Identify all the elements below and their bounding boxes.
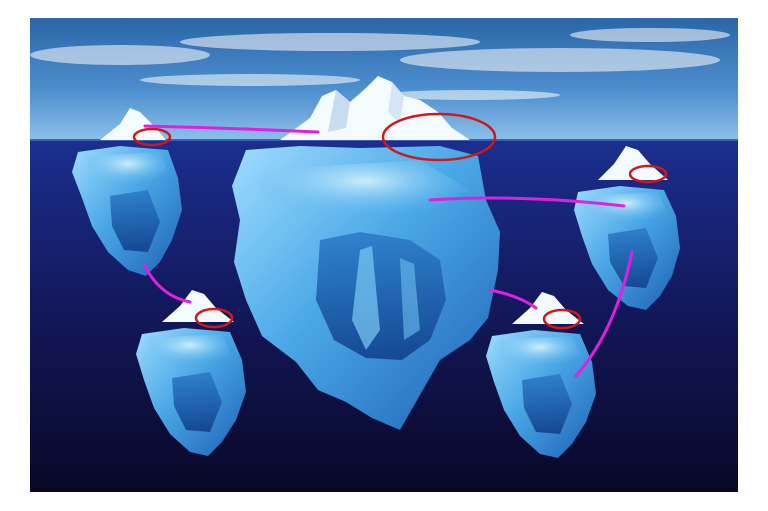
photo bbox=[30, 18, 738, 492]
iceberg-collage-image bbox=[0, 0, 768, 511]
